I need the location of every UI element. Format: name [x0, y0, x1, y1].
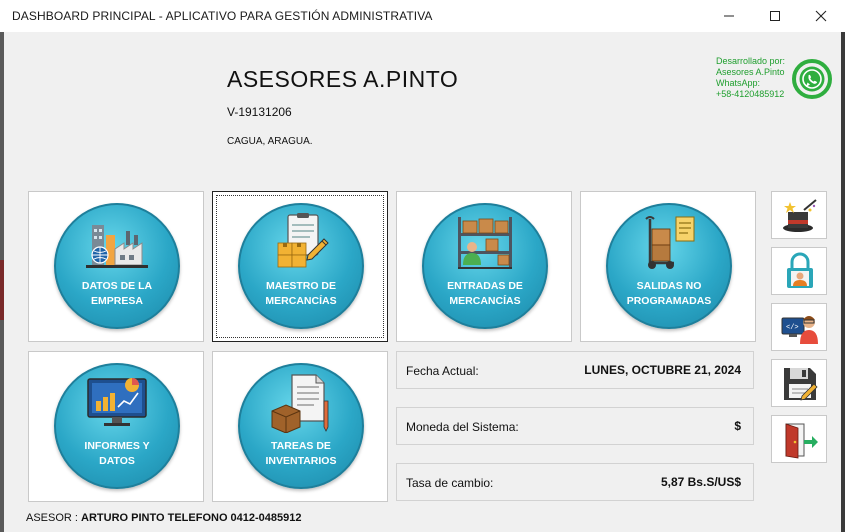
document-box-icon: [271, 374, 329, 433]
date-box: Fecha Actual: LUNES, OCTUBRE 21, 2024: [396, 351, 754, 389]
tile-label-line: INFORMES Y: [84, 440, 150, 452]
warehouse-shelf-icon: [458, 217, 512, 269]
svg-text:</>: </>: [786, 324, 799, 332]
tile-datos-empresa[interactable]: DATOS DE LA EMPRESA: [28, 191, 204, 342]
exit-button[interactable]: [771, 415, 827, 463]
tile-label-line: PROGRAMADAS: [626, 295, 712, 307]
company-rif: V-19131206: [227, 105, 292, 119]
tile-circle: TAREAS DE INVENTARIOS: [238, 363, 364, 489]
tile-circle: ENTRADAS DE MERCANCÍAS: [422, 203, 548, 329]
tile-label: DATOS DE LA EMPRESA: [60, 279, 174, 309]
developer-line: WhatsApp:: [716, 78, 761, 88]
minimize-icon: [724, 15, 734, 17]
tile-label-line: MERCANCÍAS: [449, 295, 521, 307]
security-button[interactable]: [771, 247, 827, 295]
tile-label-line: EMPRESA: [91, 295, 143, 307]
clipboard-boxes-icon: [277, 213, 329, 268]
save-button[interactable]: [771, 359, 827, 407]
hand-truck-icon: [645, 216, 695, 269]
developer-line: Asesores A.Pinto: [716, 67, 785, 77]
programmer-icon: </>: [781, 316, 818, 344]
company-name: ASESORES A.PINTO: [227, 66, 459, 92]
tile-label-line: MAESTRO DE: [265, 280, 336, 292]
advisor-label: ASESOR :: [26, 512, 78, 524]
company-city: CAGUA, ARAGUA.: [227, 136, 313, 147]
factory-icon: [86, 225, 148, 268]
tile-circle: SALIDAS NO PROGRAMADAS: [606, 203, 732, 329]
save-disk-icon: [784, 368, 818, 401]
developer-line: Desarrollado por:: [716, 56, 786, 66]
tile-label: ENTRADAS DE MERCANCÍAS: [428, 279, 542, 309]
date-label: Fecha Actual:: [406, 364, 479, 378]
minimize-button[interactable]: [706, 0, 752, 32]
developer-line: +58-4120485912: [716, 89, 785, 99]
developer-button[interactable]: </>: [771, 303, 827, 351]
exchange-rate-box: Tasa de cambio: 5,87 Bs.S/US$: [396, 463, 754, 501]
close-icon: [815, 10, 827, 22]
tile-label: MAESTRO DE MERCANCÍAS: [244, 279, 358, 309]
whatsapp-icon[interactable]: [791, 58, 833, 100]
tile-informes-datos[interactable]: INFORMES Y DATOS: [28, 351, 204, 502]
close-button[interactable]: [798, 0, 844, 32]
currency-box: Moneda del Sistema: $: [396, 407, 754, 445]
tile-label-line: TAREAS DE: [271, 440, 331, 452]
tile-circle: DATOS DE LA EMPRESA: [54, 203, 180, 329]
window-title: DASHBOARD PRINCIPAL - APLICATIVO PARA GE…: [12, 9, 433, 23]
tile-entradas-mercancias[interactable]: ENTRADAS DE MERCANCÍAS: [396, 191, 572, 342]
tile-label-line: DATOS: [99, 455, 135, 467]
tile-label-line: SALIDAS NO: [636, 280, 702, 292]
developer-credits: Desarrollado por: Asesores A.Pinto Whats…: [716, 56, 785, 100]
exchange-rate-value: 5,87 Bs.S/US$: [660, 475, 741, 489]
exchange-rate-label: Tasa de cambio:: [406, 476, 494, 490]
right-edge: [841, 32, 845, 532]
tile-circle: INFORMES Y DATOS: [54, 363, 180, 489]
advisor-footer: ASESOR : ARTURO PINTO TELEFONO 0412-0485…: [26, 512, 302, 524]
advisor-value: ARTURO PINTO TELEFONO 0412-0485912: [81, 512, 302, 524]
monitor-chart-icon: [87, 378, 147, 426]
date-value: LUNES, OCTUBRE 21, 2024: [584, 363, 741, 377]
tile-label-line: MERCANCÍAS: [265, 295, 337, 307]
tile-tareas-inventarios[interactable]: TAREAS DE INVENTARIOS: [212, 351, 388, 502]
title-bar: DASHBOARD PRINCIPAL - APLICATIVO PARA GE…: [0, 0, 845, 32]
exit-door-icon: [785, 423, 818, 459]
magic-hat-icon: [783, 199, 817, 232]
magic-button[interactable]: [771, 191, 827, 239]
lock-user-icon: [787, 252, 813, 288]
tile-maestro-mercancias[interactable]: MAESTRO DE MERCANCÍAS: [212, 191, 388, 342]
tile-label-line: INVENTARIOS: [265, 455, 337, 467]
tile-label-line: ENTRADAS DE: [447, 280, 523, 292]
tile-circle: MAESTRO DE MERCANCÍAS: [238, 203, 364, 329]
maximize-icon: [770, 11, 780, 21]
tile-salidas-no-programadas[interactable]: SALIDAS NO PROGRAMADAS: [580, 191, 756, 342]
tile-label: TAREAS DE INVENTARIOS: [244, 439, 358, 469]
currency-value: $: [734, 419, 741, 433]
tile-label: INFORMES Y DATOS: [60, 439, 174, 469]
maximize-button[interactable]: [752, 0, 798, 32]
tile-label-line: DATOS DE LA: [81, 280, 153, 292]
currency-label: Moneda del Sistema:: [406, 420, 519, 434]
tile-label: SALIDAS NO PROGRAMADAS: [612, 279, 726, 309]
